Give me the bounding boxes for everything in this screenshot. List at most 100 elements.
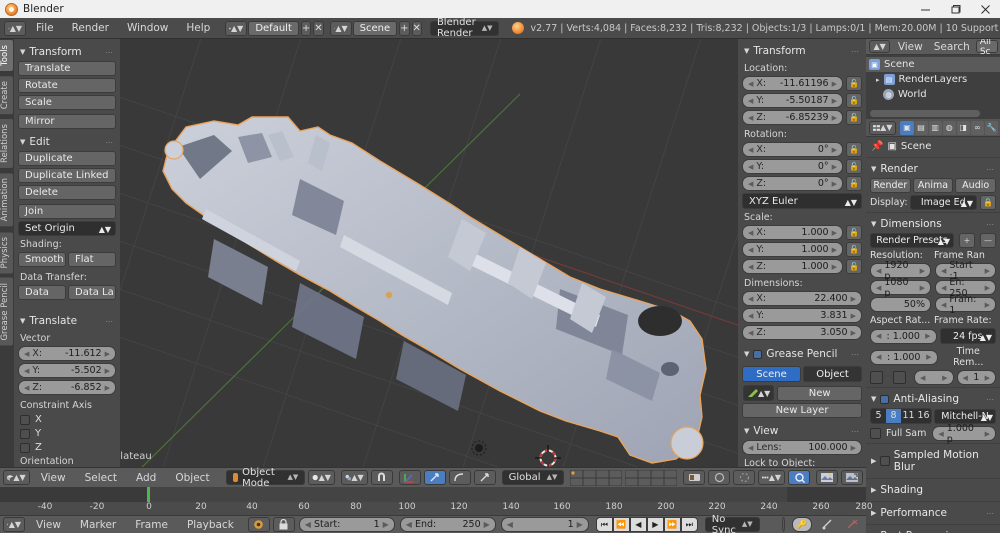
info-editor-icon[interactable]: ▲▼	[4, 21, 26, 36]
increment-icon[interactable]: ▶	[383, 520, 389, 529]
performance-section-header[interactable]: ▶ Performance ⋯	[866, 504, 1000, 522]
rotation-y-field[interactable]: ◀ Y: 0° ▶	[742, 159, 843, 174]
decrement-icon[interactable]: ◀	[963, 374, 968, 382]
decrement-icon[interactable]: ◀	[876, 267, 881, 275]
grease-pencil-header[interactable]: ▼ Grease Pencil ⋯	[742, 345, 862, 363]
screen-layout-name[interactable]: Default	[248, 21, 299, 36]
increment-icon[interactable]: ▶	[832, 229, 837, 237]
timeline-track[interactable]	[0, 487, 866, 502]
add-scene-button[interactable]: +	[399, 21, 409, 36]
outliner-tree[interactable]: ▣ Scene ▸ ▤ RenderLayers ◍ World	[866, 55, 1000, 119]
outliner-row-world[interactable]: ◍ World	[866, 87, 1000, 102]
decrement-icon[interactable]: ◀	[406, 520, 412, 529]
constraint-axis-x-row[interactable]: X	[20, 414, 116, 425]
menu-file[interactable]: File	[27, 18, 63, 39]
time-remap-new-field[interactable]: ◀ 1 ▶	[957, 370, 997, 385]
transform-orientation-dropdown[interactable]: Global ▲▼	[502, 470, 565, 485]
set-origin-dropdown[interactable]: Set Origin ▲▼	[18, 221, 116, 236]
toolshelf-tab-create[interactable]: Create	[0, 75, 14, 115]
lock-icon[interactable]: 🔓	[846, 76, 862, 91]
remove-scene-button[interactable]: ✕	[412, 21, 422, 36]
increment-icon[interactable]: ▶	[926, 353, 931, 361]
scale-z-row[interactable]: ◀ Z: 1.000 ▶ 🔓	[742, 259, 862, 274]
keying-set-field[interactable]: 🔑	[792, 517, 812, 532]
decrement-icon[interactable]: ◀	[876, 353, 881, 361]
decrement-icon[interactable]: ◀	[748, 329, 753, 337]
grease-pencil-icon[interactable]: ▲▼	[743, 385, 774, 401]
solid-shading-icon[interactable]: ▲▼	[308, 470, 335, 485]
increment-icon[interactable]: ▶	[851, 329, 856, 337]
toolshelf-tab-animation[interactable]: Animation	[0, 172, 14, 227]
viewport-menu-select[interactable]: Select	[76, 468, 126, 488]
increment-icon[interactable]: ▶	[832, 114, 837, 122]
constraint-axis-z-row[interactable]: Z	[20, 442, 116, 453]
translate-manipulator-icon[interactable]	[424, 470, 446, 485]
pose-icon[interactable]	[708, 470, 730, 485]
aa-sample-8[interactable]: 8	[886, 409, 901, 423]
outliner-row-scene[interactable]: ▣ Scene	[866, 57, 1000, 72]
shade-smooth-button[interactable]: Smooth	[18, 252, 66, 267]
properties-tab-render[interactable]: ▣	[900, 121, 913, 135]
display-mode-dropdown[interactable]: Image Ed ▲▼	[910, 195, 977, 210]
render-image-button[interactable]: Render	[870, 178, 911, 193]
data-transfer-button[interactable]: Data	[18, 285, 66, 300]
timeline-current-frame-field[interactable]: ◀ 1 ▶	[501, 517, 589, 532]
checkbox-icon[interactable]	[20, 429, 30, 439]
jump-to-end-button[interactable]: ⏭	[681, 517, 698, 532]
decrement-icon[interactable]: ◀	[24, 384, 29, 392]
location-x-field[interactable]: ◀ X: -11.61196 ▶	[742, 76, 843, 91]
decrement-icon[interactable]: ◀	[941, 284, 946, 292]
add-layout-button[interactable]: +	[301, 21, 311, 36]
scale-x-row[interactable]: ◀ X: 1.000 ▶ 🔓	[742, 225, 862, 240]
proportional-edit-icon[interactable]	[733, 470, 755, 485]
dimension-y-field[interactable]: ◀ Y: 3.831 ▶	[742, 308, 862, 323]
rotate-manipulator-icon[interactable]	[449, 470, 471, 485]
play-button[interactable]: ▶	[647, 517, 664, 532]
3d-viewport[interactable]: User Persp (1) 10 Support plateau	[0, 39, 866, 467]
scene-layers-grid[interactable]	[570, 470, 677, 486]
increment-icon[interactable]: ▶	[105, 350, 110, 358]
screen-layout-icon[interactable]: ▲▼	[225, 21, 247, 36]
decrement-icon[interactable]: ◀	[941, 301, 946, 309]
menu-render[interactable]: Render	[63, 18, 118, 39]
lock-icon[interactable]	[273, 517, 295, 532]
resolution-y-field[interactable]: ◀ 1080 p ▶	[870, 280, 931, 295]
pivot-median-icon[interactable]: ▲▼	[341, 470, 368, 485]
aa-sample-16[interactable]: 16	[916, 409, 931, 423]
increment-icon[interactable]: ▶	[942, 374, 947, 382]
3d-view-icon[interactable]: ▲▼	[3, 470, 30, 485]
scale-manipulator-icon[interactable]	[474, 470, 496, 485]
menu-window[interactable]: Window	[118, 18, 177, 39]
lock-icon[interactable]: 🔓	[846, 93, 862, 108]
lock-icon[interactable]: 🔒	[980, 195, 996, 210]
decrement-icon[interactable]: ◀	[876, 284, 881, 292]
view-panel-header[interactable]: ▼ View ⋯	[742, 422, 862, 440]
increment-icon[interactable]: ▶	[832, 80, 837, 88]
increment-icon[interactable]: ▶	[577, 520, 583, 529]
minimize-icon[interactable]	[910, 0, 940, 18]
render-icon[interactable]	[683, 470, 705, 485]
increment-icon[interactable]: ▶	[851, 295, 856, 303]
scene-name-field[interactable]: Scene	[353, 21, 398, 36]
location-y-field[interactable]: ◀ Y: -5.50187 ▶	[742, 93, 843, 108]
add-preset-button[interactable]: +	[959, 233, 975, 248]
grease-pencil-source-toggle[interactable]: Scene Object	[742, 366, 862, 382]
delete-button[interactable]: Delete	[18, 185, 116, 200]
record-icon[interactable]	[782, 517, 785, 532]
lock-icon[interactable]: 🔓	[846, 142, 862, 157]
increment-icon[interactable]: ▶	[925, 332, 930, 340]
increment-icon[interactable]: ▶	[832, 246, 837, 254]
gp-scene-toggle[interactable]: Scene	[742, 366, 801, 382]
rotation-z-row[interactable]: ◀ Z: 0° ▶ 🔓	[742, 176, 862, 191]
outliner-icon[interactable]: ▲▼	[869, 40, 890, 53]
transform-panel-header[interactable]: ▼ Transform ⋯	[18, 43, 116, 61]
decrement-icon[interactable]: ◀	[938, 430, 943, 438]
rotation-x-field[interactable]: ◀ X: 0° ▶	[742, 142, 843, 157]
remove-key-icon[interactable]	[841, 517, 863, 532]
jump-backward-button[interactable]: ⏪	[613, 517, 630, 532]
duplicate-linked-button[interactable]: Duplicate Linked	[18, 168, 116, 183]
render-section-header[interactable]: ▼ Render ⋯	[866, 160, 1000, 178]
gp-new-button[interactable]: New	[777, 386, 862, 401]
lock-icon[interactable]: 🔓	[846, 176, 862, 191]
render-engine-select[interactable]: Blender Render ▲▼	[430, 21, 500, 36]
